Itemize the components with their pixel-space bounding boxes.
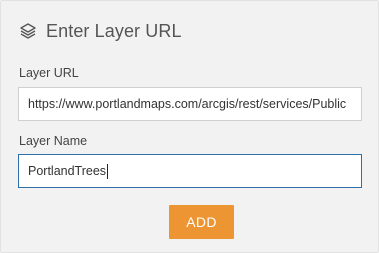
panel-title: Enter Layer URL [46, 20, 182, 41]
layer-name-value: PortlandTrees [28, 164, 107, 178]
layer-name-input[interactable]: PortlandTrees [18, 154, 362, 188]
layer-url-value: https://www.portlandmaps.com/arcgis/rest… [28, 97, 347, 111]
layer-name-label: Layer Name [19, 134, 88, 148]
layers-icon [19, 22, 37, 40]
enter-layer-url-panel: Enter Layer URL Layer URL https://www.po… [0, 0, 379, 253]
text-caret [107, 163, 109, 179]
layer-url-input[interactable]: https://www.portlandmaps.com/arcgis/rest… [18, 87, 362, 121]
panel-header: Enter Layer URL [19, 18, 182, 44]
layer-url-label: Layer URL [19, 66, 79, 80]
add-button[interactable]: ADD [169, 205, 234, 239]
